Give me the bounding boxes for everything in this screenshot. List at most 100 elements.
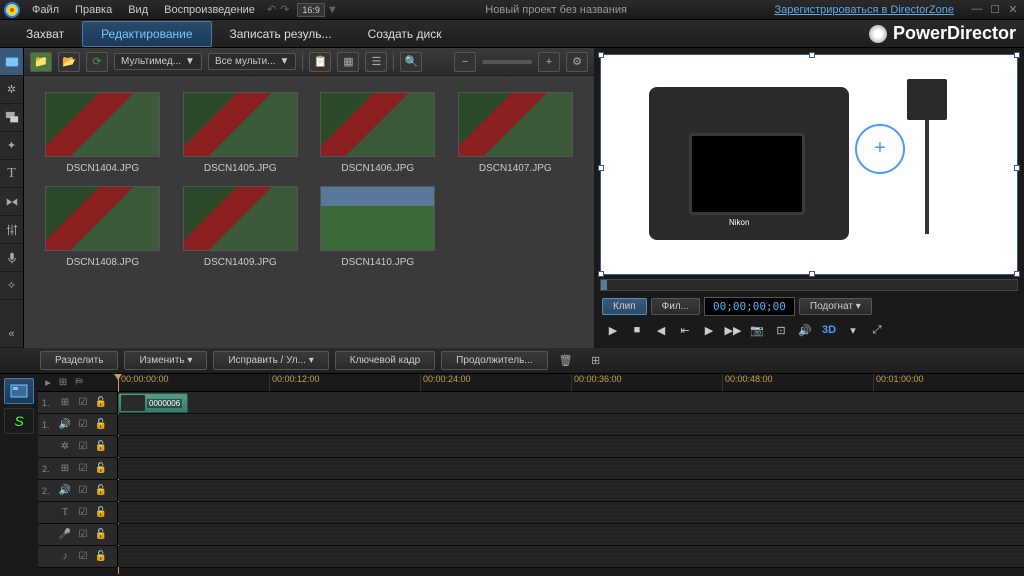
track-lane[interactable]	[118, 480, 1024, 501]
resize-handle[interactable]	[598, 52, 604, 58]
track-visible-icon[interactable]: ☑	[76, 462, 90, 476]
ruler-marker-icon[interactable]: ⛿	[72, 376, 86, 390]
view-list-icon[interactable]: ☰	[365, 52, 387, 72]
preview-mode-film[interactable]: Фил...	[651, 298, 700, 315]
track-lock-icon[interactable]: 🔓	[94, 528, 108, 542]
resize-handle[interactable]	[1014, 271, 1020, 277]
tab-edit[interactable]: Редактирование	[82, 21, 211, 47]
focus-target-icon[interactable]	[855, 124, 905, 174]
resize-handle[interactable]	[809, 271, 815, 277]
track-lock-icon[interactable]: 🔓	[94, 550, 108, 564]
sidebar-fx[interactable]: ✲	[0, 76, 23, 104]
more-tools-icon[interactable]: ⊞	[584, 351, 608, 371]
resize-handle[interactable]	[1014, 165, 1020, 171]
timeline-clip[interactable]: 0000006	[118, 393, 188, 413]
next-frame-icon[interactable]: ▶	[698, 320, 720, 340]
undo-icon[interactable]: ↶	[267, 3, 276, 16]
track-visible-icon[interactable]: ☑	[76, 396, 90, 410]
menu-playback[interactable]: Воспроизведение	[164, 4, 255, 16]
media-type-select[interactable]: Мультимед...▼	[114, 53, 202, 70]
media-thumb[interactable]: DSCN1408.JPG	[40, 186, 166, 268]
ruler-view-icon[interactable]: ⊞	[56, 376, 70, 390]
view-details-icon[interactable]: 📋	[309, 52, 331, 72]
prev-frame-icon[interactable]: ◀	[650, 320, 672, 340]
zoom-in-icon[interactable]: +	[538, 52, 560, 72]
media-thumb[interactable]: DSCN1410.JPG	[315, 186, 441, 268]
refresh-icon[interactable]: ⟳	[86, 52, 108, 72]
track-lane[interactable]: 0000006	[118, 392, 1024, 413]
preview-scrubber[interactable]	[600, 279, 1018, 291]
aspect-dropdown-icon[interactable]: ▼	[327, 4, 338, 16]
track-lock-icon[interactable]: 🔓	[94, 440, 108, 454]
view-grid-icon[interactable]: ▦	[337, 52, 359, 72]
menu-edit[interactable]: Правка	[75, 4, 112, 16]
track-visible-icon[interactable]: ☑	[76, 550, 90, 564]
modify-button[interactable]: Изменить ▾	[124, 351, 207, 370]
preview-timecode[interactable]: 00;00;00;00	[704, 297, 795, 316]
timeline-ruler[interactable]: ▸ ⊞ ⛿ 00:00:00:00 00:00:12:00 00:00:24:0…	[38, 374, 1024, 392]
3d-dropdown-icon[interactable]: ▾	[842, 320, 864, 340]
fast-forward-icon[interactable]: ▶▶	[722, 320, 744, 340]
minimize-icon[interactable]: —	[970, 3, 984, 16]
directorzone-link[interactable]: Зарегистрироваться в DirectorZone	[774, 4, 954, 16]
sidebar-chapter[interactable]: ✧	[0, 272, 23, 300]
sidebar-title[interactable]: T	[0, 160, 23, 188]
track-lane[interactable]	[118, 546, 1024, 567]
track-lock-icon[interactable]: 🔓	[94, 396, 108, 410]
step-back-icon[interactable]: ⇤	[674, 320, 696, 340]
volume-icon[interactable]: 🔊	[794, 320, 816, 340]
import-media-icon[interactable]: 📁	[30, 52, 52, 72]
track-lock-icon[interactable]: 🔓	[94, 484, 108, 498]
split-button[interactable]: Разделить	[40, 351, 118, 370]
ruler-collapse-icon[interactable]: ▸	[42, 376, 54, 389]
sidebar-collapse[interactable]: «	[0, 320, 23, 348]
media-thumb[interactable]: DSCN1409.JPG	[178, 186, 304, 268]
sidebar-voiceover[interactable]	[0, 244, 23, 272]
duration-button[interactable]: Продолжитель...	[441, 351, 547, 370]
menu-file[interactable]: Файл	[32, 4, 59, 16]
resize-handle[interactable]	[1014, 52, 1020, 58]
delete-icon[interactable]: 🗑	[554, 351, 578, 371]
track-lane[interactable]	[118, 458, 1024, 479]
undock-icon[interactable]: ⤢	[866, 320, 888, 340]
keyframe-button[interactable]: Ключевой кадр	[335, 351, 435, 370]
track-visible-icon[interactable]: ☑	[76, 528, 90, 542]
display-options-icon[interactable]: ⊡	[770, 320, 792, 340]
track-visible-icon[interactable]: ☑	[76, 418, 90, 432]
media-filter-select[interactable]: Все мульти...▼	[208, 53, 296, 70]
maximize-icon[interactable]: ☐	[988, 3, 1002, 16]
track-visible-icon[interactable]: ☑	[76, 440, 90, 454]
resize-handle[interactable]	[598, 271, 604, 277]
zoom-out-icon[interactable]: −	[454, 52, 476, 72]
search-icon[interactable]: 🔍	[400, 52, 422, 72]
track-lock-icon[interactable]: 🔓	[94, 506, 108, 520]
aspect-ratio[interactable]: 16:9	[297, 3, 325, 17]
stop-icon[interactable]: ■	[626, 320, 648, 340]
tab-capture[interactable]: Захват	[8, 22, 82, 46]
media-thumb[interactable]: DSCN1406.JPG	[315, 92, 441, 174]
track-lock-icon[interactable]: 🔓	[94, 462, 108, 476]
track-lane[interactable]	[118, 502, 1024, 523]
sidebar-pip[interactable]	[0, 104, 23, 132]
track-lane[interactable]	[118, 524, 1024, 545]
resize-handle[interactable]	[809, 52, 815, 58]
preview-mode-clip[interactable]: Клип	[602, 298, 647, 315]
menu-view[interactable]: Вид	[128, 4, 148, 16]
snapshot-icon[interactable]: 📷	[746, 320, 768, 340]
resize-handle[interactable]	[598, 165, 604, 171]
track-lock-icon[interactable]: 🔓	[94, 418, 108, 432]
thumb-zoom-slider[interactable]	[482, 60, 532, 64]
media-thumb[interactable]: DSCN1405.JPG	[178, 92, 304, 174]
track-lane[interactable]	[118, 436, 1024, 457]
media-thumb[interactable]: DSCN1407.JPG	[453, 92, 579, 174]
sidebar-transition[interactable]	[0, 188, 23, 216]
sidebar-media[interactable]	[0, 48, 23, 76]
tab-disc[interactable]: Создать диск	[350, 22, 460, 46]
timeline-mode-storyboard[interactable]	[4, 378, 34, 404]
preview-viewport[interactable]	[600, 54, 1018, 275]
folder-icon[interactable]: 📂	[58, 52, 80, 72]
media-thumb[interactable]: DSCN1404.JPG	[40, 92, 166, 174]
track-visible-icon[interactable]: ☑	[76, 484, 90, 498]
3d-icon[interactable]: 3D	[818, 320, 840, 340]
close-icon[interactable]: ✕	[1006, 3, 1020, 16]
